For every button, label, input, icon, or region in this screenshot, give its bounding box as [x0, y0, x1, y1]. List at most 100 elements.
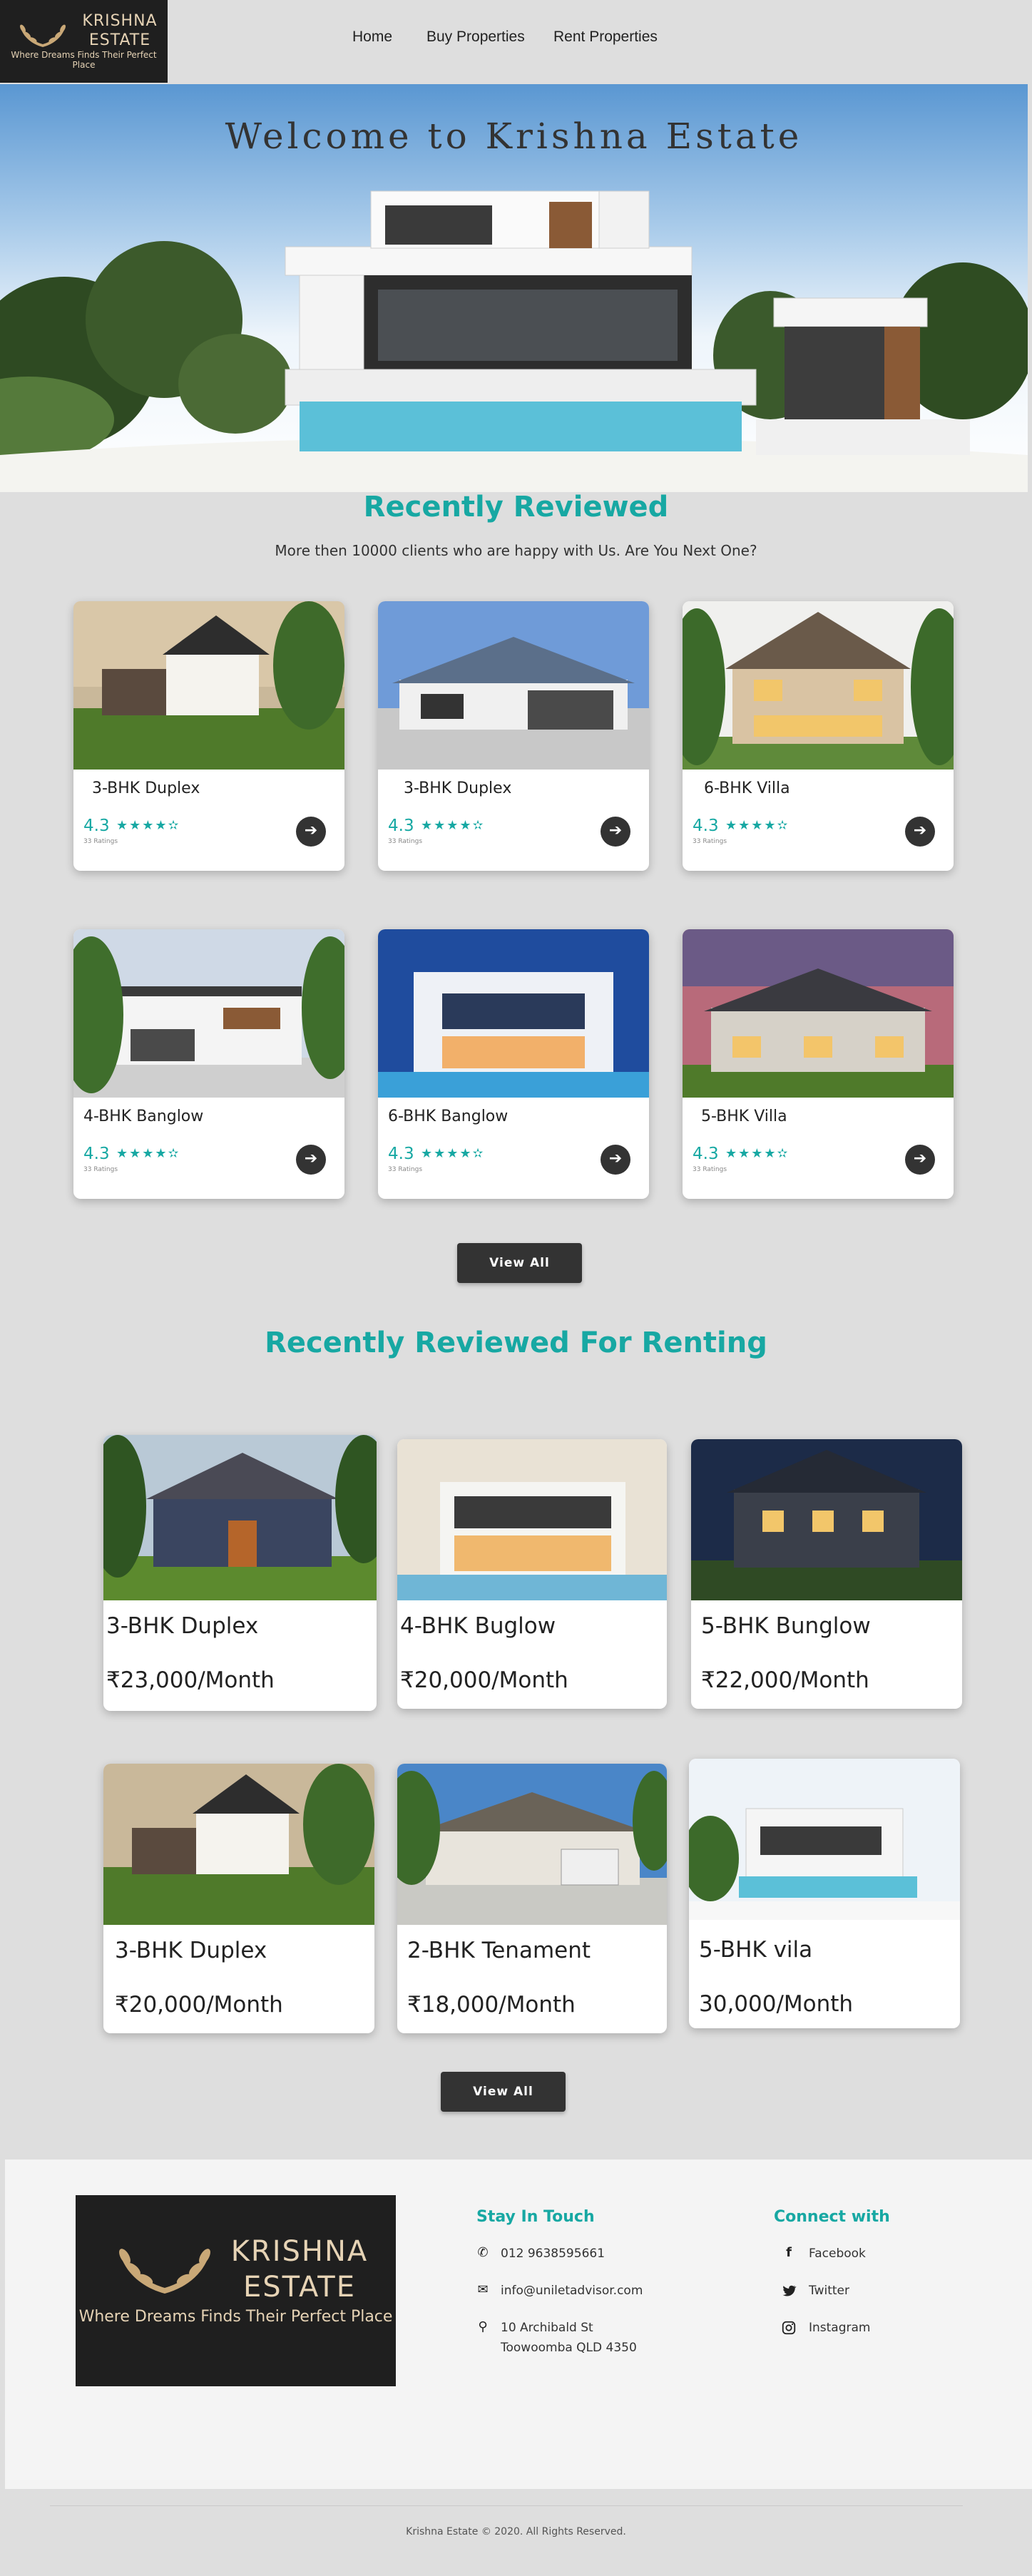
- property-rating: 4.3: [693, 1145, 719, 1163]
- half-star-icon: ✫: [168, 818, 180, 833]
- rental-price: ₹22,000/Month: [701, 1667, 869, 1693]
- star-rating-icon: ★★★★✫: [725, 818, 790, 833]
- rating-count: 33 Ratings: [83, 838, 118, 845]
- hero-banner: Welcome to Krishna Estate: [0, 84, 1028, 492]
- rating-count: 33 Ratings: [388, 838, 423, 845]
- arrow-right-icon[interactable]: ➔: [905, 817, 935, 847]
- contact-heading: Stay In Touch: [476, 2208, 595, 2226]
- property-image: [73, 601, 344, 770]
- phone-icon: ✆: [477, 2245, 489, 2260]
- reviewed-title: Recently Reviewed: [363, 491, 669, 523]
- header-tagline: Where Dreams Finds Their Perfect Place: [11, 50, 157, 70]
- property-image: [73, 929, 344, 1098]
- half-star-icon: ✫: [777, 818, 790, 833]
- mail-icon: ✉: [477, 2282, 489, 2297]
- reviewed-subtitle: More then 10000 clients who are happy wi…: [275, 542, 757, 559]
- property-card[interactable]: 4-BHK Banglow 4.3 ★★★★✫ 33 Ratings ➔: [73, 929, 344, 1199]
- rental-card[interactable]: 3-BHK Duplex ₹23,000/Month: [103, 1435, 377, 1711]
- rating-count: 33 Ratings: [388, 1166, 423, 1173]
- rental-title: 2-BHK Tenament: [407, 1938, 591, 1963]
- rental-price: ₹20,000/Month: [400, 1667, 568, 1693]
- rental-price: 30,000/Month: [699, 1991, 854, 2017]
- half-star-icon: ✫: [472, 818, 485, 833]
- star-icon: ★★★★: [421, 1146, 473, 1161]
- footer-tagline: Where Dreams Finds Their Perfect Place: [78, 2308, 393, 2326]
- instagram-icon[interactable]: [781, 2320, 797, 2336]
- star-rating-icon: ★★★★✫: [421, 818, 485, 833]
- contact-phone[interactable]: 012 9638595661: [501, 2247, 605, 2261]
- rental-price: ₹20,000/Month: [115, 1992, 283, 2018]
- rental-title: 5-BHK Bunglow: [701, 1613, 871, 1639]
- social-heading: Connect with: [774, 2208, 890, 2226]
- half-star-icon: ✫: [777, 1146, 790, 1161]
- rental-title: 3-BHK Duplex: [115, 1938, 267, 1963]
- property-rating: 4.3: [83, 1145, 110, 1163]
- property-image: [683, 929, 954, 1098]
- rating-count: 33 Ratings: [693, 1166, 727, 1173]
- footer-brand-line2: ESTATE: [243, 2271, 356, 2304]
- property-card[interactable]: 3-BHK Duplex 4.3 ★★★★✫ 33 Ratings ➔: [378, 601, 649, 871]
- arrow-right-icon[interactable]: ➔: [601, 817, 630, 847]
- social-twitter[interactable]: Twitter: [809, 2284, 849, 2298]
- property-rating: 4.3: [693, 817, 719, 835]
- nav-home[interactable]: Home: [352, 29, 392, 46]
- hero-title: Welcome to Krishna Estate: [225, 116, 803, 157]
- star-rating-icon: ★★★★✫: [116, 1146, 180, 1161]
- arrow-right-icon[interactable]: ➔: [296, 817, 326, 847]
- social-instagram[interactable]: Instagram: [809, 2321, 871, 2335]
- property-rating: 4.3: [388, 1145, 414, 1163]
- star-rating-icon: ★★★★✫: [421, 1146, 485, 1161]
- header-brand: KRISHNA ESTATE: [77, 11, 163, 50]
- rental-price: ₹18,000/Month: [407, 1992, 576, 2018]
- property-image: [378, 601, 649, 770]
- property-card[interactable]: 6-BHK Banglow 4.3 ★★★★✫ 33 Ratings ➔: [378, 929, 649, 1199]
- social-facebook[interactable]: Facebook: [809, 2247, 866, 2261]
- property-image: [378, 929, 649, 1098]
- view-all-rent-button[interactable]: View All: [441, 2072, 566, 2112]
- property-card[interactable]: 6-BHK Villa 4.3 ★★★★✫ 33 Ratings ➔: [683, 601, 954, 871]
- laurel-icon: [119, 2249, 210, 2294]
- rental-card[interactable]: 5-BHK Bunglow ₹22,000/Month: [691, 1439, 962, 1709]
- property-card[interactable]: 5-BHK Villa 4.3 ★★★★✫ 33 Ratings ➔: [683, 929, 954, 1199]
- rental-card[interactable]: 2-BHK Tenament ₹18,000/Month: [397, 1764, 667, 2033]
- header-logo[interactable]: KRISHNA ESTATE Where Dreams Finds Their …: [0, 0, 168, 83]
- copyright: Krishna Estate © 2020. All Rights Reserv…: [406, 2526, 626, 2537]
- property-image: [397, 1439, 667, 1600]
- arrow-right-icon[interactable]: ➔: [296, 1145, 326, 1175]
- view-all-button[interactable]: View All: [457, 1243, 582, 1283]
- rating-count: 33 Ratings: [693, 838, 727, 845]
- rental-card[interactable]: 3-BHK Duplex ₹20,000/Month: [103, 1764, 374, 2033]
- nav-buy-properties[interactable]: Buy Properties: [426, 29, 525, 46]
- property-rating: 4.3: [388, 817, 414, 835]
- property-image: [103, 1435, 377, 1600]
- star-rating-icon: ★★★★✫: [116, 818, 180, 833]
- renting-title: Recently Reviewed For Renting: [265, 1327, 767, 1359]
- nav-rent-properties[interactable]: Rent Properties: [553, 29, 658, 46]
- header-brand-line1: KRISHNA: [82, 12, 158, 30]
- rental-card[interactable]: 5-BHK vila 30,000/Month: [689, 1759, 960, 2028]
- property-image: [691, 1439, 962, 1600]
- property-title: 6-BHK Banglow: [388, 1108, 509, 1125]
- arrow-right-icon[interactable]: ➔: [601, 1145, 630, 1175]
- contact-address-line1: 10 Archibald St: [501, 2321, 593, 2335]
- location-pin-icon: ⚲: [478, 2319, 488, 2334]
- property-image: [103, 1764, 374, 1925]
- contact-email[interactable]: info@uniletadvisor.com: [501, 2284, 643, 2298]
- property-rating: 4.3: [83, 817, 110, 835]
- facebook-icon[interactable]: f: [781, 2245, 797, 2261]
- property-title: 4-BHK Banglow: [83, 1108, 204, 1125]
- star-icon: ★★★★: [725, 818, 777, 833]
- rental-price: ₹23,000/Month: [106, 1667, 275, 1693]
- property-title: 6-BHK Villa: [704, 780, 790, 797]
- property-image: [683, 601, 954, 770]
- arrow-right-icon[interactable]: ➔: [905, 1145, 935, 1175]
- laurel-icon: [20, 24, 66, 47]
- property-card[interactable]: 3-BHK Duplex 4.3 ★★★★✫ 33 Ratings ➔: [73, 601, 344, 871]
- rental-card[interactable]: 4-BHK Buglow ₹20,000/Month: [397, 1439, 667, 1709]
- star-rating-icon: ★★★★✫: [725, 1146, 790, 1161]
- rating-count: 33 Ratings: [83, 1166, 118, 1173]
- star-icon: ★★★★: [116, 818, 168, 833]
- header-brand-line2: ESTATE: [88, 31, 151, 49]
- twitter-icon[interactable]: [781, 2283, 797, 2299]
- property-image: [689, 1759, 960, 1920]
